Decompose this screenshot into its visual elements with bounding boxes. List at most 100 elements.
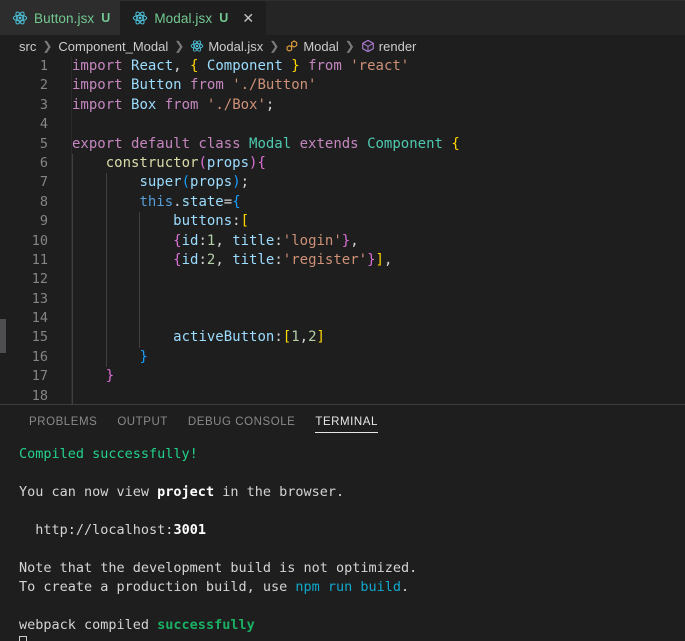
breadcrumb-separator-icon: ❯ <box>42 39 53 53</box>
line-number: 18 <box>31 387 48 404</box>
code-content[interactable]: 1 import React, { Component } from 'react… <box>0 57 685 404</box>
editor-tab-modal-jsx[interactable]: Modal.jsx U ✕ <box>120 1 267 35</box>
line-number: 16 <box>31 348 48 365</box>
code-line[interactable]: 9 buttons:[ <box>0 212 685 232</box>
breadcrumb-item-modal-jsx[interactable]: Modal.jsx <box>190 39 263 54</box>
code-token: : <box>274 251 283 268</box>
editor-tab-button-jsx[interactable]: Button.jsx U <box>0 1 121 35</box>
indent-guide <box>105 347 107 368</box>
code-token: import <box>72 96 132 113</box>
terminal-text: in the browser. <box>214 484 345 500</box>
code-token: props <box>206 154 250 171</box>
terminal-text: npm run build <box>295 579 402 595</box>
code-token: ; <box>265 96 275 113</box>
code-token: from <box>190 77 224 94</box>
indent-guide <box>72 309 73 329</box>
code-line[interactable]: 12 <box>0 270 685 290</box>
code-line[interactable]: 11 {id:2, title:'register'}], <box>0 250 685 271</box>
react-icon <box>190 39 204 53</box>
panel-tab-output[interactable]: OUTPUT <box>107 405 178 439</box>
indent-guide <box>105 231 107 251</box>
code-text: {id:1, title:'login'}, <box>173 232 359 251</box>
code-line[interactable]: 14 <box>0 309 685 329</box>
code-token: buttons <box>173 213 233 230</box>
scrollbar-thumb[interactable] <box>0 319 6 353</box>
code-token: , <box>299 329 309 346</box>
indent-guide <box>72 270 73 290</box>
code-token: 1 <box>291 329 300 346</box>
code-token: : <box>198 251 207 268</box>
indent-guide <box>72 231 73 251</box>
code-token: { <box>232 193 241 210</box>
line-number: 7 <box>39 174 48 191</box>
breadcrumb-item-modal[interactable]: Modal <box>285 39 339 54</box>
indent-guide <box>105 250 107 271</box>
terminal-text: . <box>401 579 410 595</box>
code-token: Box <box>131 96 157 113</box>
indent-guide <box>105 173 107 193</box>
code-line[interactable]: 15 activeButton:[1,2] <box>0 328 685 348</box>
indent-guide <box>105 309 107 329</box>
indent-guide <box>139 231 141 251</box>
breadcrumb-item-component-modal[interactable]: Component_Modal <box>58 39 168 54</box>
code-token: Modal <box>249 135 292 152</box>
code-token: 2 <box>308 329 317 346</box>
code-token: title <box>232 251 275 268</box>
line-number: 13 <box>31 290 48 307</box>
code-token: ( <box>181 174 191 191</box>
code-text: constructor(props){ <box>106 154 266 173</box>
breadcrumb-separator-icon: ❯ <box>174 39 185 53</box>
indent-guide <box>139 289 141 310</box>
code-token: : <box>274 232 283 249</box>
line-number: 6 <box>39 154 48 171</box>
code-token: Component <box>206 58 283 74</box>
code-token: } <box>291 58 300 74</box>
code-editor[interactable]: 1 import React, { Component } from 'react… <box>0 57 685 404</box>
line-number: 8 <box>39 193 48 210</box>
code-line[interactable]: 5 export default class Modal extends Comp… <box>0 135 685 154</box>
code-line[interactable]: 16} <box>0 347 685 368</box>
code-line[interactable]: 1 import React, { Component } from 'react… <box>0 57 685 76</box>
code-token: } <box>367 251 376 268</box>
code-token: { <box>173 251 182 268</box>
terminal-output[interactable]: Compiled successfully! You can now view p… <box>0 439 685 641</box>
code-token: this <box>139 193 174 210</box>
breadcrumb-item-src[interactable]: src <box>19 39 36 54</box>
code-token: from <box>308 58 342 74</box>
code-line[interactable]: 18 <box>0 386 685 404</box>
code-line[interactable]: 4 <box>0 115 685 134</box>
code-token: [ <box>240 213 250 230</box>
code-text: this.state={ <box>139 193 240 212</box>
close-icon[interactable]: ✕ <box>240 11 256 25</box>
code-line[interactable]: 10 {id:1, title:'login'}, <box>0 231 685 251</box>
class-symbol-icon <box>285 39 299 53</box>
terminal-cursor <box>19 636 27 641</box>
panel-tab-debug-console[interactable]: DEBUG CONSOLE <box>178 405 305 439</box>
code-token: ] <box>316 329 325 346</box>
code-line[interactable]: 6 constructor(props){ <box>0 153 685 174</box>
code-token: export default class <box>72 135 250 152</box>
method-symbol-icon <box>361 39 375 53</box>
terminal-line: Compiled successfully! <box>19 445 685 464</box>
indent-guide <box>72 212 73 232</box>
code-token: super <box>139 174 182 191</box>
code-token: extends <box>299 135 359 152</box>
breadcrumb-label: src <box>19 38 37 54</box>
panel-tab-terminal[interactable]: TERMINAL <box>305 405 388 439</box>
code-line[interactable]: 7 super(props); <box>0 173 685 193</box>
code-line[interactable]: 2 import Button from './Button' <box>0 76 685 95</box>
breadcrumb-item-render[interactable]: render <box>361 39 416 54</box>
code-line[interactable]: 13 <box>0 289 685 310</box>
panel-tab-problems[interactable]: PROBLEMS <box>19 405 107 439</box>
code-line[interactable]: 17} <box>0 367 685 387</box>
code-line[interactable]: 3 import Box from './Box'; <box>0 96 685 115</box>
line-number: 10 <box>31 232 48 249</box>
tab-label: Modal.jsx <box>154 10 213 26</box>
editor-overview-ruler[interactable] <box>0 57 6 404</box>
code-line[interactable]: 8 this.state={ <box>0 192 685 213</box>
code-text: } <box>106 367 114 386</box>
